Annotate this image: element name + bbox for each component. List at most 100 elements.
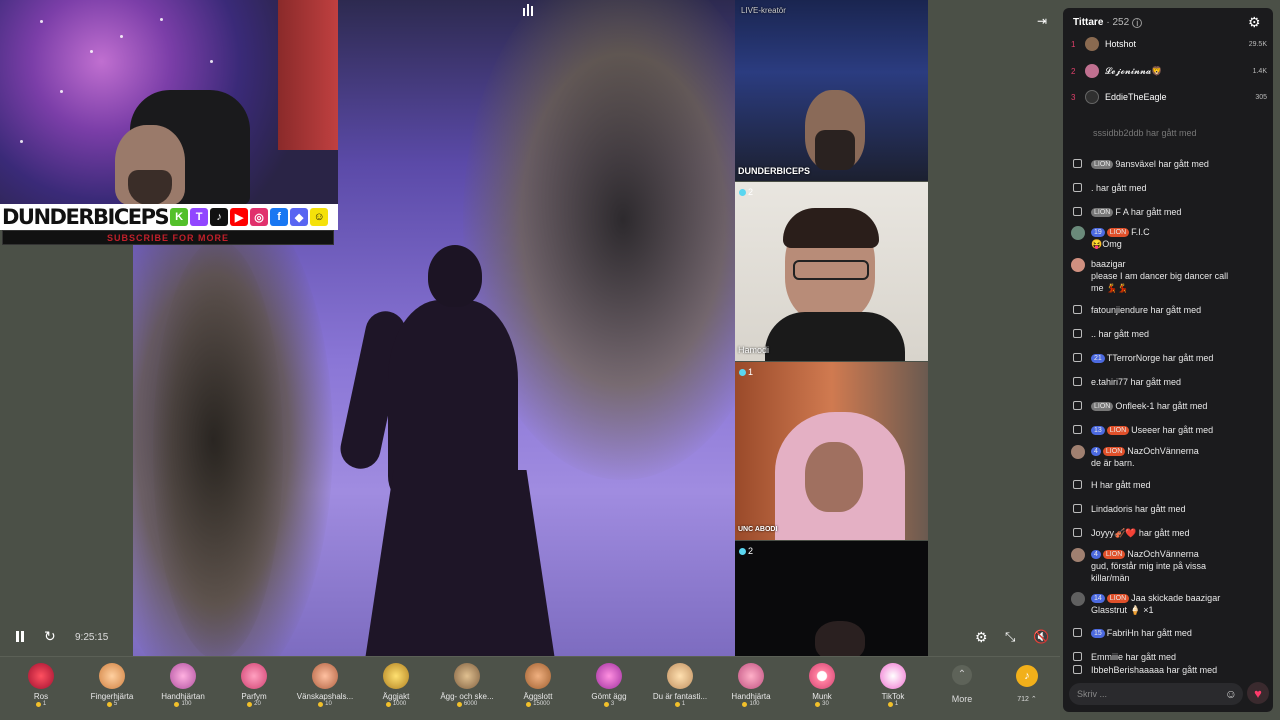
chat-input-placeholder: Skriv ... [1077,689,1108,699]
gift-item[interactable]: Fingerhjärta 5 [77,663,147,707]
kick-icon: K [170,208,189,226]
guest-tile-dark[interactable]: 2 [735,541,928,656]
emoji-icon[interactable]: ☺ [1225,687,1237,701]
facebook-icon: f [270,208,289,226]
chat-message-text: H har gått med [1091,480,1151,490]
chat-message-text: F.I.C [1131,227,1150,237]
chat-message: LION 9ansväxel har gått med [1071,158,1267,170]
chat-message: baazigar please I am dancer big dancer ca… [1071,258,1267,294]
more-gifts-button[interactable]: ⌃ More [942,665,982,704]
avatar [1085,90,1099,104]
gift-item[interactable]: Handhjärta 100 [716,663,786,707]
top-viewer-row[interactable]: 2 𝓛𝓮𝓳𝓸𝓷𝓲𝓷𝓷𝓪🦁 1.4K [1071,61,1267,81]
gift-item[interactable]: Ägg- och ske... 6000 [432,663,502,707]
guest-head [805,442,863,512]
settings-icon[interactable]: ⚙ [1248,14,1261,31]
gift-item[interactable]: Äggjakt 1000 [361,663,431,707]
gift-item[interactable]: Du är fantasti... 1 [645,663,715,707]
join-icon [1073,159,1082,168]
guest-tile-hamodi[interactable]: 2 Hamodi [735,182,928,361]
user-badge: 4 [1091,550,1101,560]
guest-count: 2 [748,187,754,197]
fullscreen-exit-icon[interactable]: ⤡ [1005,629,1015,645]
gift-price: 15000 [503,701,573,707]
user-badge: 21 [1091,354,1105,364]
gift-name: Äggslott [523,692,553,701]
streamer-name: DUNDERBICEPS [2,205,170,229]
diamond-icon [739,368,746,376]
gift-price: 30 [787,701,857,707]
gift-item[interactable]: Äggslott 15000 [503,663,573,707]
gift-item[interactable]: Parfym 20 [219,663,289,707]
chat-message-text: 9ansväxel har gått med [1115,159,1209,169]
tree-left [133,180,333,656]
gift-item[interactable]: TikTok 1 [858,663,928,707]
mute-icon[interactable]: 🔇 [1033,629,1049,645]
gift-price: 100 [716,701,786,707]
guest-count: 2 [748,546,754,556]
guest-tile-unc-abodi[interactable]: 1 UNC ABODI [735,362,928,540]
donut-icon [809,663,835,689]
more-label: More [951,694,973,704]
coin-balance-button[interactable]: ♪ 712 ⌃ [1006,665,1048,703]
user-badge: LION [1106,426,1130,436]
avatar [1071,226,1085,240]
streamer-subline-text: SUBSCRIBE FOR MORE [106,232,229,243]
gift-item[interactable]: Gömt ägg 3 [574,663,644,707]
pause-icon[interactable] [16,631,26,643]
top-viewer-row[interactable]: 1 Hotshot 29.5K [1071,34,1267,54]
viewers-count: · 252 [1106,17,1130,28]
chat-message-text: F A har gått med [1115,207,1182,217]
avatar [1071,445,1085,459]
gift-name: Du är fantasti... [652,692,708,701]
gift-price: 6000 [432,701,502,707]
join-icon [1073,305,1082,314]
top-viewer-score: 305 [1255,93,1267,101]
user-badge: LION [1106,594,1130,604]
cam-background-curtain [278,0,338,150]
chat-message: .. har gått med [1071,328,1267,340]
gift-item[interactable]: Vänskapshals... 10 [290,663,360,707]
top-viewer-rank: 2 [1071,66,1076,76]
instagram-icon: ◎ [250,208,269,226]
twitch-icon: T [190,208,209,226]
join-icon [1073,528,1082,537]
gift-price: 5 [77,701,147,707]
host-tile[interactable]: LIVE-kreatör DUNDERBICEPS [735,0,928,181]
gift-name: Handhjärtan [161,692,205,701]
refresh-icon[interactable]: ↻ [44,628,56,645]
cat-icon [667,663,693,689]
hand-heart-icon [738,663,764,689]
chat-message-line: me 💃💃 [1091,283,1129,293]
join-icon [1073,183,1082,192]
chat-message-line: 😝Omg [1091,239,1122,249]
collapse-panel-icon[interactable]: ⇥ [1037,14,1047,28]
equalizer-icon[interactable] [523,4,537,16]
gift-item[interactable]: Munk 30 [787,663,857,707]
gift-item[interactable]: Ros 1 [6,663,76,707]
user-badge: LION [1102,447,1126,457]
gift-item[interactable]: Handhjärtan 100 [148,663,218,707]
egg-castle-icon [525,663,551,689]
chat-input[interactable]: Skriv ... ☺ [1069,683,1243,705]
tiktok-coin-icon: ♪ [1016,665,1038,687]
snapchat-icon: ☺ [310,208,329,226]
playback-controls: ↻ 9:25:15 ⚙ ⤡ 🔇 [0,626,1049,648]
join-icon [1073,652,1082,661]
user-badge: 19 [1091,228,1105,238]
chat-message: IbbehBerishaaaaa har gått med [1071,664,1267,676]
join-icon [1073,628,1082,637]
settings-icon[interactable]: ⚙ [975,629,988,646]
guest-badge: 2 [739,546,753,556]
user-badge: LION [1091,160,1114,170]
rose-icon [28,663,54,689]
top-viewer-row[interactable]: 3 EddieTheEagle 305 [1071,87,1267,107]
like-heart-button[interactable]: ♥ [1247,682,1269,704]
viewers-header[interactable]: Tittare · 252 i [1073,17,1143,28]
guest-badge: 1 [739,367,753,377]
chat-message: Joyyy🎻❤️ har gått med [1071,527,1267,539]
avatar [1071,592,1085,606]
gift-price: 1 [645,701,715,707]
guest-head [815,621,865,656]
host-beard [815,130,855,170]
